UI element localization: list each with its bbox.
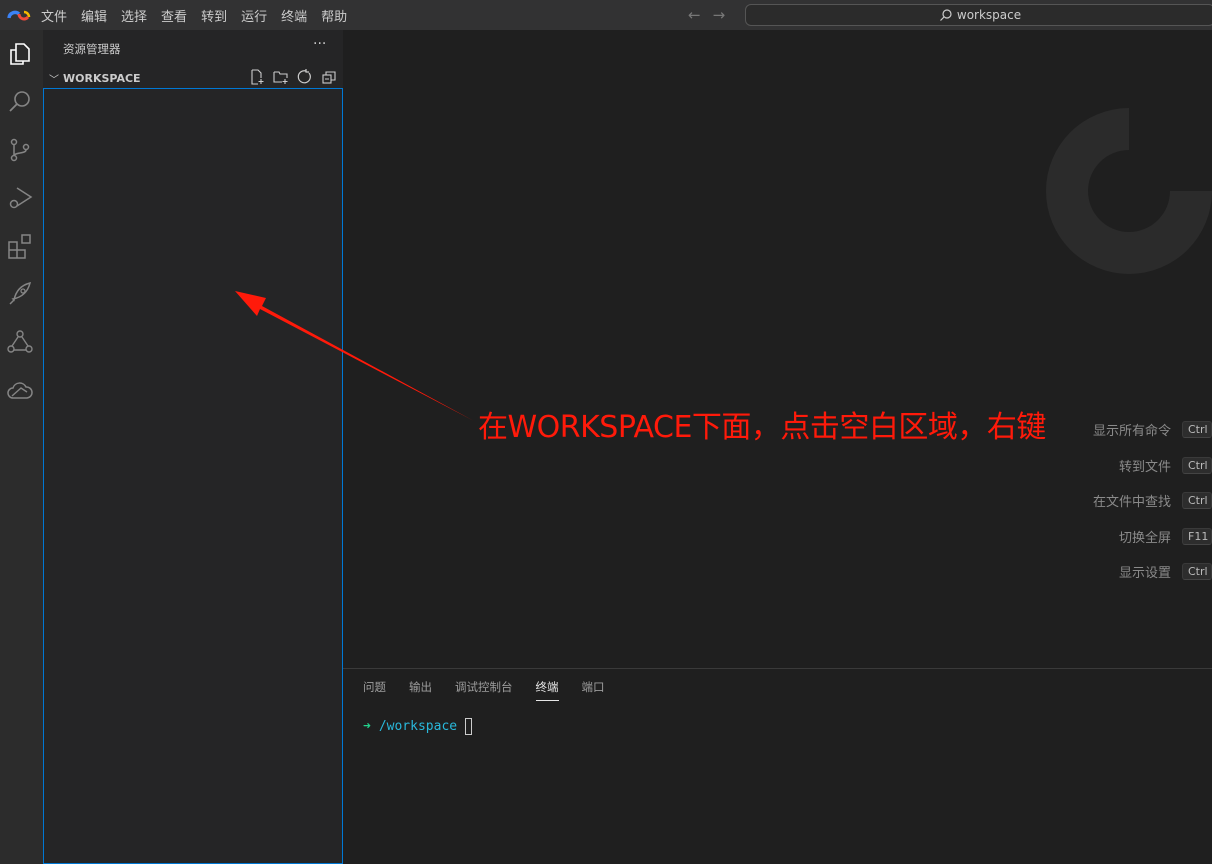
workspace-file-tree[interactable] <box>43 88 343 864</box>
menu-selection[interactable]: 选择 <box>121 10 147 25</box>
menu-edit[interactable]: 编辑 <box>81 10 107 25</box>
shortcut-key: Ctrl <box>1182 563 1212 581</box>
shortcut-label: 显示所有命令 <box>1092 424 1171 440</box>
activity-bar <box>0 30 43 864</box>
menu-go[interactable]: 转到 <box>201 10 227 25</box>
menu-help[interactable]: 帮助 <box>321 10 347 25</box>
tab-terminal[interactable]: 终端 <box>535 679 559 701</box>
cloud-icon[interactable] <box>6 376 34 404</box>
share-icon[interactable] <box>6 328 34 356</box>
arrow-left-icon[interactable]: ← <box>688 6 701 24</box>
shortcut-label: 转到文件 <box>1118 459 1171 475</box>
workspace-label: WORKSPACE <box>63 71 141 85</box>
shortcut-show-all-commands: 显示所有命令 Ctrl <box>1093 412 1212 448</box>
annotation-text: 在WORKSPACE下面，点击空白区域，右键 <box>478 410 1046 445</box>
run-debug-icon[interactable] <box>6 184 34 212</box>
bottom-panel: 问题 输出 调试控制台 终端 端口 ➜ /workspace <box>343 668 1212 864</box>
menu-bar: 文件 编辑 选择 查看 转到 运行 终端 帮助 <box>41 6 361 25</box>
menu-view[interactable]: 查看 <box>161 10 187 25</box>
title-bar: 文件 编辑 选择 查看 转到 运行 终端 帮助 ← → workspace <box>0 0 1212 30</box>
tab-problems[interactable]: 问题 <box>363 679 386 701</box>
shortcut-show-settings: 显示设置 Ctrl <box>1093 554 1212 590</box>
menu-run[interactable]: 运行 <box>241 10 267 25</box>
shortcut-key: F11 <box>1182 527 1212 545</box>
shortcut-key: Ctrl <box>1182 492 1212 510</box>
tab-ports[interactable]: 端口 <box>582 679 605 701</box>
terminal[interactable]: ➜ /workspace <box>363 718 473 735</box>
explorer-sidebar: 资源管理器 ··· ﹀ WORKSPACE <box>43 30 343 864</box>
editor-area: 显示所有命令 Ctrl 转到文件 Ctrl 在文件中查找 Ctrl 切换全屏 F11 显… <box>343 30 1212 668</box>
source-control-icon[interactable] <box>6 136 34 164</box>
refresh-icon[interactable] <box>297 69 313 85</box>
shortcut-key: Ctrl <box>1182 456 1212 474</box>
app-logo-icon <box>7 10 31 21</box>
new-folder-icon[interactable] <box>273 69 289 85</box>
command-center-search[interactable]: workspace <box>745 4 1212 26</box>
new-file-icon[interactable] <box>249 69 265 85</box>
explorer-icon[interactable] <box>6 40 34 68</box>
more-actions-button[interactable]: ··· <box>313 36 326 52</box>
shortcut-find-in-files: 在文件中查找 Ctrl <box>1093 483 1212 519</box>
prompt-path: /workspace <box>378 719 458 734</box>
search-icon <box>939 9 952 21</box>
explorer-title: 资源管理器 <box>63 42 121 56</box>
shortcut-label: 在文件中查找 <box>1092 495 1171 511</box>
arrow-right-icon[interactable]: → <box>713 6 726 24</box>
menu-file[interactable]: 文件 <box>41 10 67 25</box>
shortcut-label: 显示设置 <box>1118 566 1171 582</box>
search-icon[interactable] <box>6 88 34 116</box>
terminal-cursor <box>465 718 473 735</box>
shortcut-key: Ctrl <box>1182 421 1212 439</box>
extensions-icon[interactable] <box>6 232 34 260</box>
search-text: workspace <box>956 8 1022 22</box>
workspace-header[interactable]: ﹀ WORKSPACE <box>43 68 343 88</box>
shortcut-toggle-fullscreen: 切换全屏 F11 <box>1093 519 1212 555</box>
shortcut-label: 切换全屏 <box>1118 530 1171 546</box>
watermark-logo-icon <box>1046 108 1212 274</box>
rocket-icon[interactable] <box>6 280 34 308</box>
tab-output[interactable]: 输出 <box>409 679 432 701</box>
collapse-all-icon[interactable] <box>321 69 337 85</box>
prompt-arrow: ➜ <box>363 719 371 734</box>
chevron-down-icon[interactable]: ﹀ <box>49 71 63 86</box>
tab-debug-console[interactable]: 调试控制台 <box>455 679 513 701</box>
menu-terminal[interactable]: 终端 <box>281 10 307 25</box>
shortcut-go-to-file: 转到文件 Ctrl <box>1093 448 1212 484</box>
shortcut-hints: 显示所有命令 Ctrl 转到文件 Ctrl 在文件中查找 Ctrl 切换全屏 F11 显… <box>1093 412 1212 590</box>
